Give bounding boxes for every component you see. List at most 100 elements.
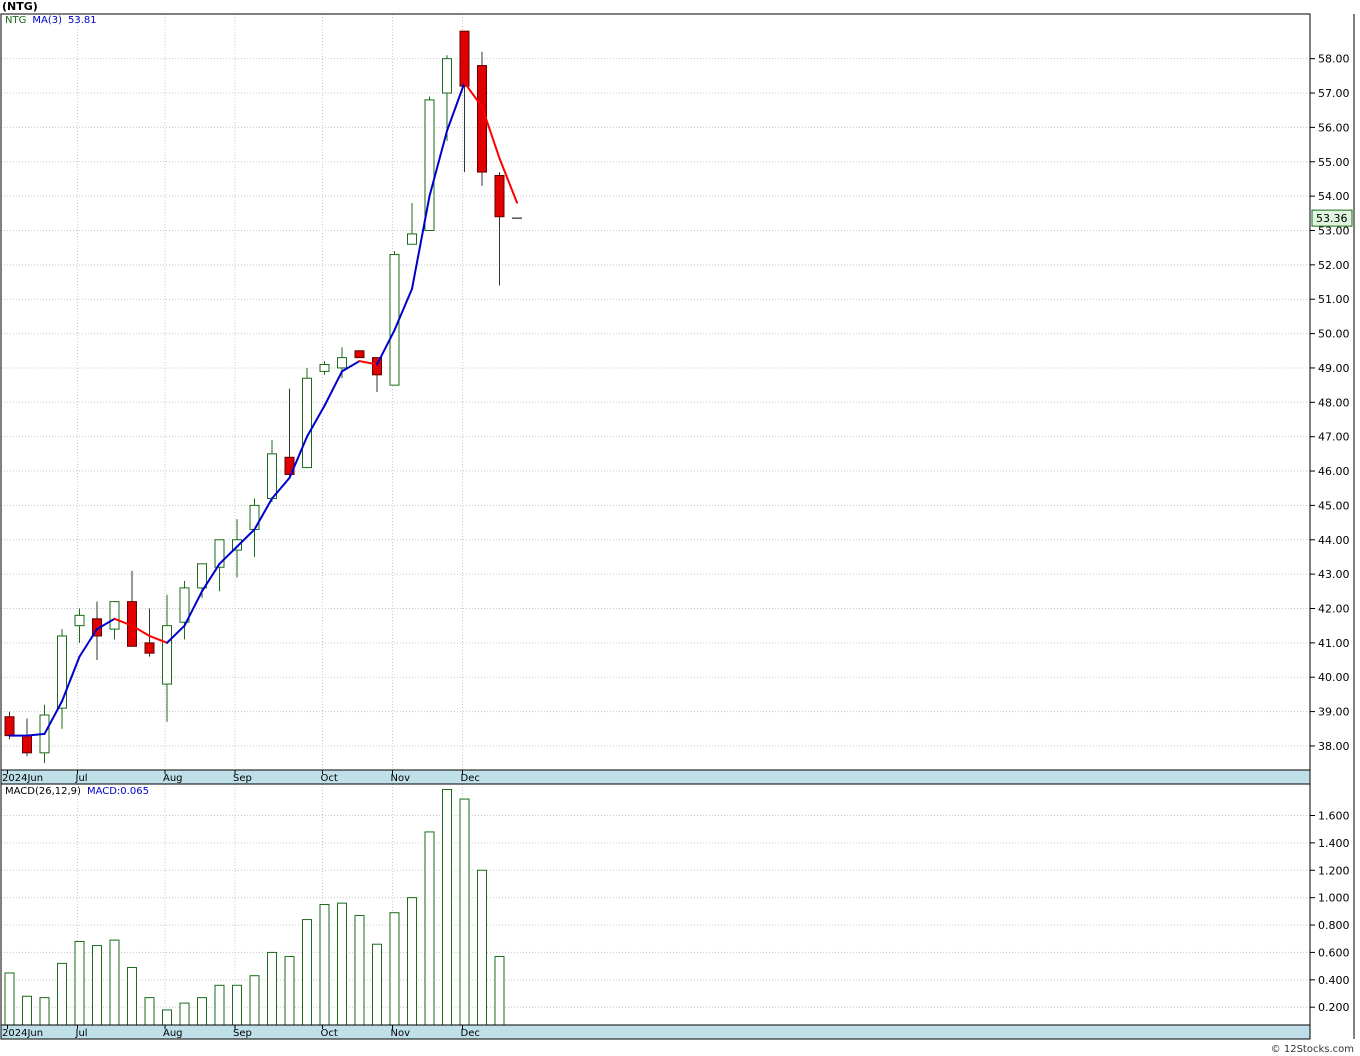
ma-segment: [323, 370, 343, 407]
macd-bar: [302, 919, 312, 1026]
price-tag-label: 53.36: [1316, 212, 1348, 225]
panel-frames: [0, 13, 1355, 1039]
price-y-tick-label: 46.00: [1318, 465, 1350, 478]
price-axis-band: [0, 769, 1311, 785]
macd-y-tick-label: 0.800: [1318, 919, 1350, 932]
candle-body: [267, 453, 277, 500]
price-y-tick-label: 51.00: [1318, 293, 1350, 306]
macd-y-tick-label: 1.400: [1318, 837, 1350, 850]
chart-canvas: 38.00 39.00 40.00 41.00 42.00 43.00 44.00 45.00…: [0, 13, 1355, 1040]
macd-x-tick-label: 2024Jun: [2, 1028, 43, 1039]
price-y-tick-label: 41.00: [1318, 637, 1350, 650]
price-y-tick-label: 58.00: [1318, 53, 1350, 66]
ma-value: 53.81: [67, 15, 97, 26]
macd-bar: [57, 962, 67, 1026]
price-y-tick-label: 45.00: [1318, 499, 1350, 512]
macd-bar: [197, 997, 207, 1026]
macd-bar: [477, 869, 487, 1026]
macd-grid: [1, 784, 1310, 1025]
macd-y-tick-label: 1.600: [1318, 809, 1350, 822]
macd-bar: [109, 939, 120, 1026]
price-x-tick-label: Oct: [321, 773, 338, 784]
candle-body: [494, 175, 505, 218]
price-y-tick-label: 57.00: [1318, 87, 1350, 100]
candle-body: [407, 233, 417, 245]
candle-body: [144, 642, 155, 654]
price-y-tick-label: 55.00: [1318, 156, 1350, 169]
macd-bar: [4, 972, 15, 1026]
macd-bar: [284, 956, 295, 1026]
candle-body: [179, 587, 190, 623]
macd-y-tick-label: 1.000: [1318, 892, 1350, 905]
price-x-tick-label: 2024Jun: [2, 773, 43, 784]
candle-body: [57, 635, 67, 709]
candle-body: [302, 377, 312, 469]
price-y-tick-label: 47.00: [1318, 431, 1350, 444]
price-x-tick-label: Aug: [163, 773, 183, 784]
price-x-tick-label: Dec: [461, 773, 480, 784]
macd-bar: [494, 956, 505, 1026]
moving-average-line: [8, 81, 518, 737]
candle-body: [337, 357, 347, 369]
candle-body: [354, 350, 365, 359]
price-y-tick-label: 49.00: [1318, 362, 1350, 375]
candle-body: [459, 30, 470, 87]
macd-y-tick-label: 0.400: [1318, 974, 1350, 987]
symbol-label: NTG: [5, 15, 27, 26]
candle-body: [4, 716, 15, 737]
macd-bar: [92, 945, 102, 1026]
price-y-tick-label: 40.00: [1318, 671, 1350, 684]
price-y-axis: 38.00 39.00 40.00 41.00 42.00 43.00 44.00 45.00…: [1310, 53, 1350, 753]
price-grid: [1, 14, 1310, 770]
candle-body: [74, 614, 85, 627]
macd-x-tick-label: Oct: [321, 1028, 338, 1039]
current-price-tag: 53.36: [1311, 209, 1353, 227]
price-x-tick-label: Nov: [391, 773, 411, 784]
candle-body: [109, 601, 120, 630]
macd-x-tick-label: Jul: [75, 1028, 88, 1039]
macd-bar: [372, 943, 382, 1026]
price-y-tick-label: 50.00: [1318, 328, 1350, 341]
candle-body: [389, 254, 400, 386]
candle-body: [319, 364, 330, 372]
macd-panel-frame: [0, 783, 1311, 1026]
copyright: © 12Stocks.com: [1270, 1044, 1354, 1055]
chart-title: (NTG): [2, 0, 38, 13]
macd-legend: MACD(26,12,9) MACD:0.065: [5, 786, 155, 797]
price-y-tick-label: 44.00: [1318, 534, 1350, 547]
candle-body: [442, 58, 452, 94]
price-date-band: [0, 769, 1311, 785]
macd-bar: [442, 788, 452, 1026]
ma-segment: [236, 528, 256, 548]
candle-body: [162, 625, 172, 685]
price-y-tick-label: 42.00: [1318, 602, 1350, 615]
macd-bar-series: [4, 788, 505, 1026]
macd-bar: [424, 831, 435, 1026]
macd-y-tick-label: 0.600: [1318, 946, 1350, 959]
price-y-tick-label: 38.00: [1318, 740, 1350, 753]
macd-bar: [22, 995, 32, 1026]
macd-bar: [267, 951, 277, 1026]
macd-x-tick-label: Dec: [461, 1028, 480, 1039]
macd-bar: [337, 902, 347, 1026]
candle-body: [197, 563, 207, 589]
candle-body: [22, 735, 32, 754]
macd-bar: [407, 897, 417, 1026]
price-y-tick-label: 56.00: [1318, 121, 1350, 134]
macd-y-axis: 0.200 0.400 0.600 0.800 1.000 1.200 1.400 1.600: [1310, 809, 1350, 1014]
price-y-tick-label: 54.00: [1318, 190, 1350, 203]
macd-bar: [162, 1009, 172, 1026]
macd-bar: [354, 914, 365, 1026]
price-x-tick-label: Jul: [75, 773, 88, 784]
macd-label: MACD(26,12,9): [5, 786, 81, 797]
macd-x-tick-label: Nov: [391, 1028, 411, 1039]
price-y-tick-label: 39.00: [1318, 706, 1350, 719]
macd-bar: [389, 912, 400, 1026]
macd-bar: [39, 997, 50, 1026]
macd-x-tick-label: Aug: [163, 1028, 183, 1039]
macd-bar: [179, 1002, 190, 1026]
macd-axis-band: [0, 1024, 1311, 1040]
macd-bar: [214, 984, 225, 1026]
price-legend: NTG MA(3) 53.81: [5, 15, 103, 26]
stock-chart: 38.00 39.00 40.00 41.00 42.00 43.00 44.00 45.00…: [0, 0, 1360, 1056]
